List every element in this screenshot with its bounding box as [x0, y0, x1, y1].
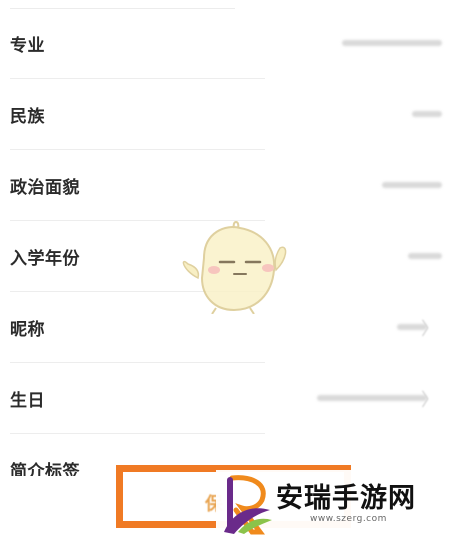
row-label: 昵称: [10, 320, 45, 340]
row-label: 入学年份: [10, 249, 80, 269]
row-ethnicity[interactable]: 民族: [0, 79, 467, 150]
row-label: 专业: [10, 36, 45, 56]
row-label: 民族: [10, 107, 45, 127]
row-label: 政治面貌: [10, 178, 80, 198]
row-label: 生日: [10, 391, 45, 411]
r-leaf-logo-icon: [224, 475, 272, 535]
blurred-value-placeholder: [412, 110, 442, 117]
watermark-title: 安瑞手游网: [276, 483, 416, 514]
blurred-value-placeholder: [382, 181, 442, 188]
row-value: [408, 250, 442, 264]
chevron-right-icon: 〉: [421, 318, 439, 340]
row-value: [412, 108, 442, 122]
row-value: [342, 37, 442, 51]
blurred-value-placeholder: [317, 394, 427, 401]
row-major[interactable]: 专业: [0, 8, 467, 79]
watermark-url: www.szerg.com: [310, 514, 387, 524]
row-value: [382, 179, 442, 193]
chick-mascot-icon: [182, 221, 287, 314]
blurred-value-placeholder: [342, 39, 442, 46]
row-value: [317, 392, 427, 406]
row-birthday[interactable]: 生日 〉: [0, 363, 467, 434]
chevron-right-icon: 〉: [421, 389, 439, 411]
blurred-value-placeholder: [408, 252, 442, 259]
profile-edit-page: 专业 民族 政治面貌 入学年份 昵称 〉 生日 〉 简介标签 保 安瑞手游网 w…: [0, 0, 467, 539]
row-political-status[interactable]: 政治面貌: [0, 150, 467, 221]
